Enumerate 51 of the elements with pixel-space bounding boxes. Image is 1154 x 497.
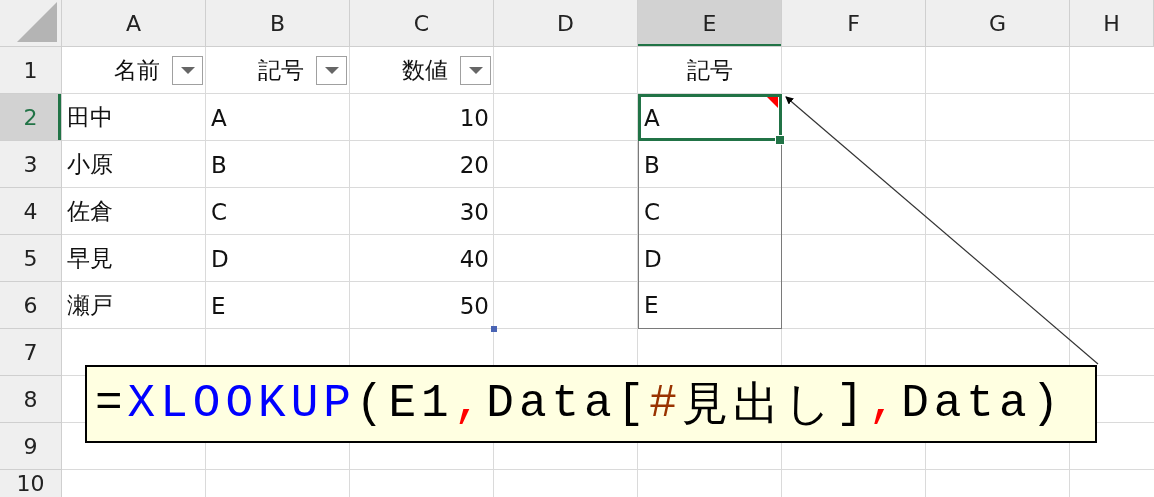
table-cell: B xyxy=(644,151,660,178)
filter-button[interactable] xyxy=(172,56,203,85)
resize-handle[interactable] xyxy=(491,326,497,332)
row-header[interactable]: 1 xyxy=(0,47,62,94)
caret-icon xyxy=(324,67,339,74)
column-header[interactable]: G xyxy=(926,0,1070,47)
table-cell: E xyxy=(644,292,659,318)
table-header: 名前 xyxy=(114,56,160,85)
row-header[interactable]: 10 xyxy=(0,470,62,497)
row-header[interactable]: 5 xyxy=(0,235,62,282)
filter-button[interactable] xyxy=(460,56,491,85)
column-header[interactable]: E xyxy=(638,0,782,47)
column-header[interactable]: H xyxy=(1070,0,1154,47)
table-cell: 20 xyxy=(459,151,489,178)
table-cell: 10 xyxy=(459,104,489,131)
column-header[interactable]: F xyxy=(782,0,926,47)
row-header[interactable]: 6 xyxy=(0,282,62,329)
table-cell-text: 瀬戸 xyxy=(67,291,113,320)
row-header[interactable]: 9 xyxy=(0,423,62,470)
table-cell: 30 xyxy=(459,198,489,225)
row-header[interactable]: 3 xyxy=(0,141,62,188)
table-cell-text: 田中 xyxy=(67,103,113,132)
table-cell: 40 xyxy=(459,245,489,272)
table-header: 記号 xyxy=(687,56,733,85)
column-header[interactable]: C xyxy=(350,0,494,47)
fill-handle[interactable] xyxy=(775,135,785,145)
row-header[interactable]: 7 xyxy=(0,329,62,376)
table-cell: A xyxy=(211,104,227,131)
table-cell: D xyxy=(644,245,662,272)
table-cell: D xyxy=(211,245,229,272)
table-cell-text: 早見 xyxy=(67,244,113,273)
table-cell: C xyxy=(211,198,228,225)
filter-button[interactable] xyxy=(316,56,347,85)
column-header[interactable]: B xyxy=(206,0,350,47)
table-cell: B xyxy=(211,151,227,178)
table-header: 数値 xyxy=(402,56,448,85)
table-cell-text: 佐倉 xyxy=(67,197,113,226)
row-header[interactable]: 8 xyxy=(0,376,62,423)
table-header: 記号 xyxy=(258,56,304,85)
formula-callout: =XLOOKUP(E1,Data[#見出し],Data) xyxy=(85,365,1097,443)
table-cell: C xyxy=(644,198,661,225)
caret-icon xyxy=(468,67,483,74)
table-cell: 50 xyxy=(459,292,489,319)
table-cell: E xyxy=(211,292,226,319)
table-cell-text: 小原 xyxy=(67,150,113,179)
column-header[interactable]: D xyxy=(494,0,638,47)
row-header[interactable]: 4 xyxy=(0,188,62,235)
row-header[interactable]: 2 xyxy=(0,94,62,141)
caret-icon xyxy=(180,67,195,74)
column-header[interactable]: A xyxy=(62,0,206,47)
table-cell: A xyxy=(644,104,660,131)
